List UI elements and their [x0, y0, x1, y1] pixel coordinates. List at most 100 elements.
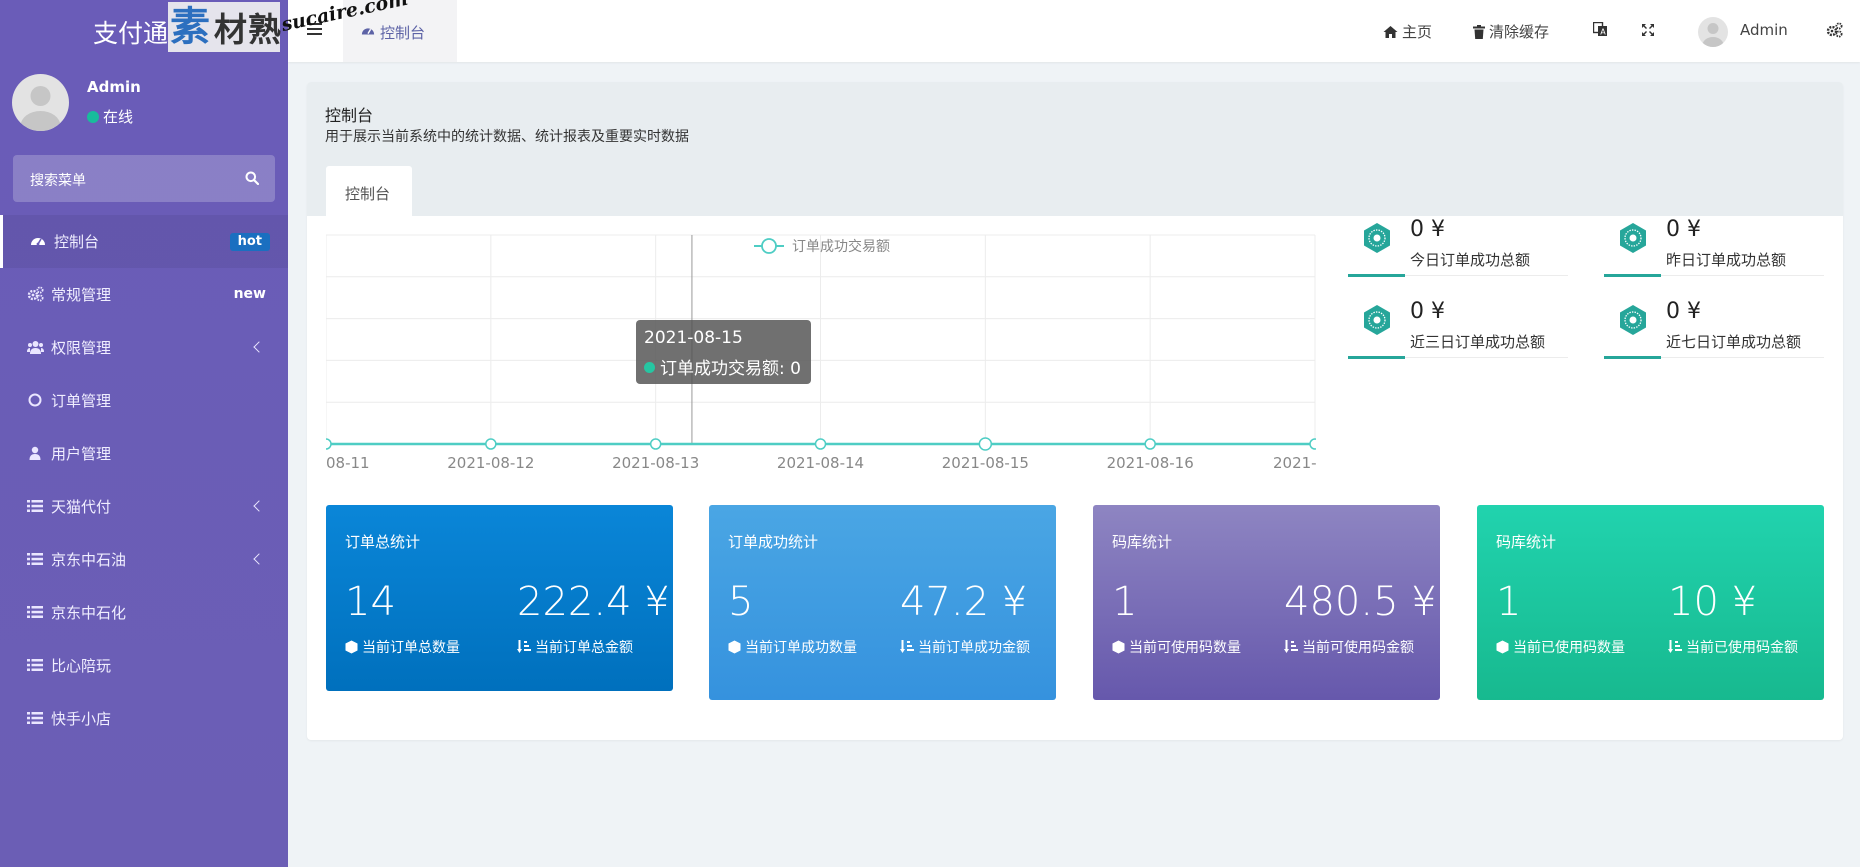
stat-today: 0 ¥ 今日订单成功总额 [1348, 217, 1568, 281]
cube-icon [1496, 640, 1509, 654]
data-point [485, 438, 497, 450]
chart-tooltip: 2021-08-15 订单成功交易额: 0 [636, 320, 811, 384]
watermark-text: 素 [170, 4, 210, 50]
card-count-label: 当前可使用码数量 [1112, 637, 1272, 659]
line-chart: 08-11 2021-08-12 2021-08-13 2021-08-14 2021-… [326, 232, 1316, 472]
stat-value: 0 ¥ [1410, 299, 1445, 324]
home-link[interactable]: 主页 [1383, 21, 1432, 42]
tab-label: 控制台 [380, 24, 426, 42]
sidebar-item-tmall[interactable]: 天猫代付 [0, 480, 288, 533]
search-placeholder: 搜索菜单 [30, 173, 86, 189]
divider-accent [1604, 356, 1661, 359]
legend-label: 订单成功交易额 [792, 238, 890, 255]
clear-cache-button[interactable]: 清除缓存 [1473, 21, 1549, 42]
logo[interactable]: 支付通 素 材熟 [0, 0, 288, 62]
divider-accent [1348, 274, 1405, 277]
list-icon [27, 710, 43, 726]
sidebar-search-input[interactable]: 搜索菜单 [13, 155, 275, 202]
x-tick-label: 2021-08-15 [942, 454, 1029, 472]
sidebar-item-label: 权限管理 [51, 339, 112, 357]
tooltip-date: 2021-08-15 [644, 328, 743, 348]
stat-label: 近三日订单成功总额 [1410, 333, 1546, 351]
stat-label: 近七日订单成功总额 [1666, 333, 1802, 351]
sidebar-item-kuaishou[interactable]: 快手小店 [0, 692, 288, 745]
divider-accent [1604, 274, 1661, 277]
card-amount-label: 当前已使用码金额 [1668, 637, 1818, 659]
sort-amount-icon [1284, 640, 1298, 654]
card-amount-label: 当前订单总金额 [517, 637, 667, 659]
card-amount: 222.4 ¥ [517, 579, 670, 625]
card-count-label: 当前订单总数量 [345, 637, 505, 659]
card-title: 订单总统计 [345, 533, 421, 551]
card-order-total: 订单总统计 14 222.4 ¥ 当前订单总数量 当前订单总金额 [326, 505, 673, 691]
admin-name[interactable]: Admin [1740, 21, 1788, 39]
card-code-used: 码库统计 1 10 ¥ 当前已使用码数量 当前已使用码金额 [1477, 505, 1824, 700]
x-tick-label: 2021-08-16 [1107, 454, 1194, 472]
sidebar-item-dashboard[interactable]: 控制台 hot [0, 215, 288, 268]
list-icon [27, 498, 43, 514]
panel-header: 控制台 用于展示当前系统中的统计数据、统计报表及重要实时数据 控制台 [307, 82, 1843, 217]
sidebar-item-permissions[interactable]: 权限管理 [0, 321, 288, 374]
page-title: 控制台 [325, 106, 374, 125]
stat-icon [1618, 222, 1648, 254]
card-title: 码库统计 [1112, 533, 1173, 551]
dashboard-icon [361, 24, 375, 38]
home-icon [1383, 25, 1398, 39]
card-amount-label: 当前可使用码金额 [1284, 637, 1434, 659]
list-icon [27, 657, 43, 673]
sidebar-item-orders[interactable]: 订单管理 [0, 374, 288, 427]
data-point [649, 438, 662, 450]
dashboard-panel: 控制台 用于展示当前系统中的统计数据、统计报表及重要实时数据 控制台 08-11… [307, 82, 1843, 740]
card-order-success: 订单成功统计 5 47.2 ¥ 当前订单成功数量 当前订单成功金额 [709, 505, 1056, 700]
card-count: 5 [728, 579, 754, 625]
tooltip-value: 订单成功交易额: 0 [644, 354, 801, 379]
page-description: 用于展示当前系统中的统计数据、统计报表及重要实时数据 [325, 129, 689, 145]
cube-icon [345, 640, 358, 654]
sidebar-item-general[interactable]: 常规管理 new [0, 268, 288, 321]
new-badge: new [233, 286, 266, 302]
sort-amount-icon [900, 640, 914, 654]
sidebar-item-users[interactable]: 用户管理 [0, 427, 288, 480]
list-icon [27, 604, 43, 620]
sort-amount-icon [517, 640, 531, 654]
x-tick-label: 2021-08-12 [447, 454, 534, 472]
tab-label: 控制台 [345, 185, 391, 203]
stat-value: 0 ¥ [1666, 299, 1701, 324]
user-panel: Admin 在线 [12, 74, 272, 134]
card-count: 1 [1496, 579, 1522, 625]
online-dot-icon [87, 111, 99, 123]
card-count: 14 [345, 579, 396, 625]
data-point [326, 438, 332, 450]
settings-icon[interactable] [1826, 22, 1843, 38]
cube-icon [1112, 640, 1125, 654]
search-icon[interactable] [245, 171, 259, 185]
sidebar-item-label: 订单管理 [51, 392, 112, 410]
dashboard-icon [30, 233, 46, 249]
data-point [814, 438, 827, 450]
card-count: 1 [1112, 579, 1138, 625]
card-amount-label: 当前订单成功金额 [900, 637, 1050, 659]
card-amount: 47.2 ¥ [900, 579, 1028, 625]
card-title: 订单成功统计 [728, 533, 819, 551]
sidebar-item-label: 天猫代付 [51, 498, 112, 516]
line-chart-svg: 08-11 2021-08-12 2021-08-13 2021-08-14 2021-… [326, 234, 1316, 472]
sidebar-item-jd-petrochina[interactable]: 京东中石油 [0, 533, 288, 586]
series-dot-icon [644, 362, 655, 373]
stat-icon [1618, 304, 1648, 336]
avatar[interactable] [1698, 17, 1728, 47]
watermark-text-2: 材熟 [214, 10, 282, 49]
fullscreen-icon[interactable] [1641, 23, 1655, 37]
topbar: 控制台 主页 清除缓存 A Admin [288, 0, 1860, 62]
language-icon[interactable]: A [1593, 22, 1608, 37]
home-label: 主页 [1402, 23, 1433, 41]
clear-cache-label: 清除缓存 [1489, 23, 1550, 41]
circle-icon [27, 392, 43, 408]
sidebar-item-label: 用户管理 [51, 445, 112, 463]
sidebar-item-label: 京东中石化 [51, 604, 127, 622]
sidebar-item-label: 比心陪玩 [51, 657, 112, 675]
sidebar-item-bixin[interactable]: 比心陪玩 [0, 639, 288, 692]
tab-dashboard[interactable]: 控制台 [326, 166, 412, 217]
x-tick-label: 2021-08-13 [612, 454, 699, 472]
sidebar-item-jd-sinopec[interactable]: 京东中石化 [0, 586, 288, 639]
stat-label: 今日订单成功总额 [1410, 251, 1531, 269]
